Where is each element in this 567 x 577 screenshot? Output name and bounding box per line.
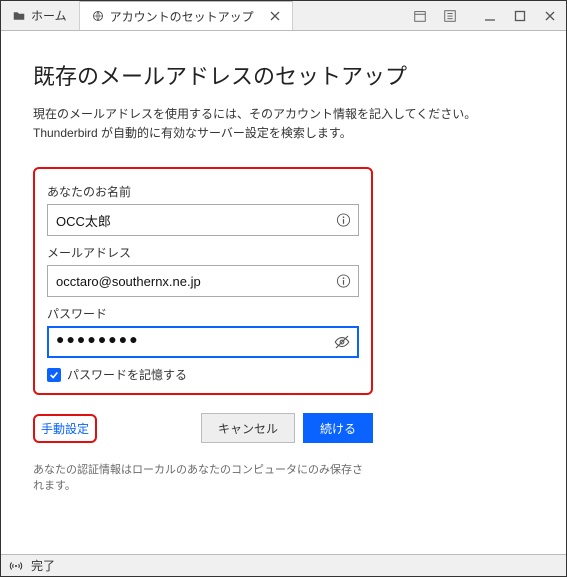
eye-off-icon[interactable] bbox=[333, 333, 351, 351]
titlebar: ホーム アカウントのセットアップ bbox=[1, 1, 566, 31]
globe-icon bbox=[92, 10, 104, 22]
minimize-icon[interactable] bbox=[480, 6, 500, 26]
broadcast-icon bbox=[9, 559, 23, 573]
tab-home-label: ホーム bbox=[31, 7, 67, 24]
tab-setup-label: アカウントのセットアップ bbox=[110, 8, 254, 25]
info-icon[interactable] bbox=[336, 274, 351, 289]
email-field[interactable] bbox=[47, 265, 359, 297]
checkbox-checked-icon[interactable] bbox=[47, 368, 61, 382]
action-row: 手動設定 キャンセル 続ける bbox=[33, 413, 373, 443]
statusbar: 完了 bbox=[1, 554, 566, 576]
page-title: 既存のメールアドレスのセットアップ bbox=[33, 59, 534, 91]
manual-config-button[interactable]: 手動設定 bbox=[41, 420, 89, 437]
tab-account-setup[interactable]: アカウントのセットアップ bbox=[80, 1, 293, 30]
form-highlight: あなたのお名前 メールアドレス パスワード ●●●●●●●● パスワード bbox=[33, 167, 373, 395]
tab-home[interactable]: ホーム bbox=[1, 1, 80, 30]
cancel-button[interactable]: キャンセル bbox=[201, 413, 295, 443]
name-field[interactable] bbox=[47, 204, 359, 236]
window-close-icon[interactable] bbox=[540, 6, 560, 26]
remember-password-label: パスワードを記憶する bbox=[67, 366, 187, 383]
calendar-icon[interactable] bbox=[410, 6, 430, 26]
titlebar-spacer bbox=[293, 1, 404, 30]
folder-icon bbox=[13, 10, 25, 22]
password-label: パスワード bbox=[47, 305, 359, 322]
name-label: あなたのお名前 bbox=[47, 183, 359, 200]
email-label: メールアドレス bbox=[47, 244, 359, 261]
close-icon[interactable] bbox=[260, 11, 280, 21]
continue-button[interactable]: 続ける bbox=[303, 413, 373, 443]
window-controls bbox=[404, 1, 566, 30]
page-description: 現在のメールアドレスを使用するには、そのアカウント情報を記入してください。 Th… bbox=[33, 105, 534, 143]
info-icon[interactable] bbox=[336, 213, 351, 228]
maximize-icon[interactable] bbox=[510, 6, 530, 26]
password-field[interactable]: ●●●●●●●● bbox=[47, 326, 359, 358]
manual-highlight: 手動設定 bbox=[33, 414, 97, 443]
privacy-note: あなたの認証情報はローカルのあなたのコンピュータにのみ保存されます。 bbox=[33, 461, 373, 493]
remember-password-row[interactable]: パスワードを記憶する bbox=[47, 366, 359, 383]
status-text: 完了 bbox=[31, 557, 55, 574]
tasks-icon[interactable] bbox=[440, 6, 460, 26]
page-content: 既存のメールアドレスのセットアップ 現在のメールアドレスを使用するには、そのアカ… bbox=[1, 31, 566, 554]
